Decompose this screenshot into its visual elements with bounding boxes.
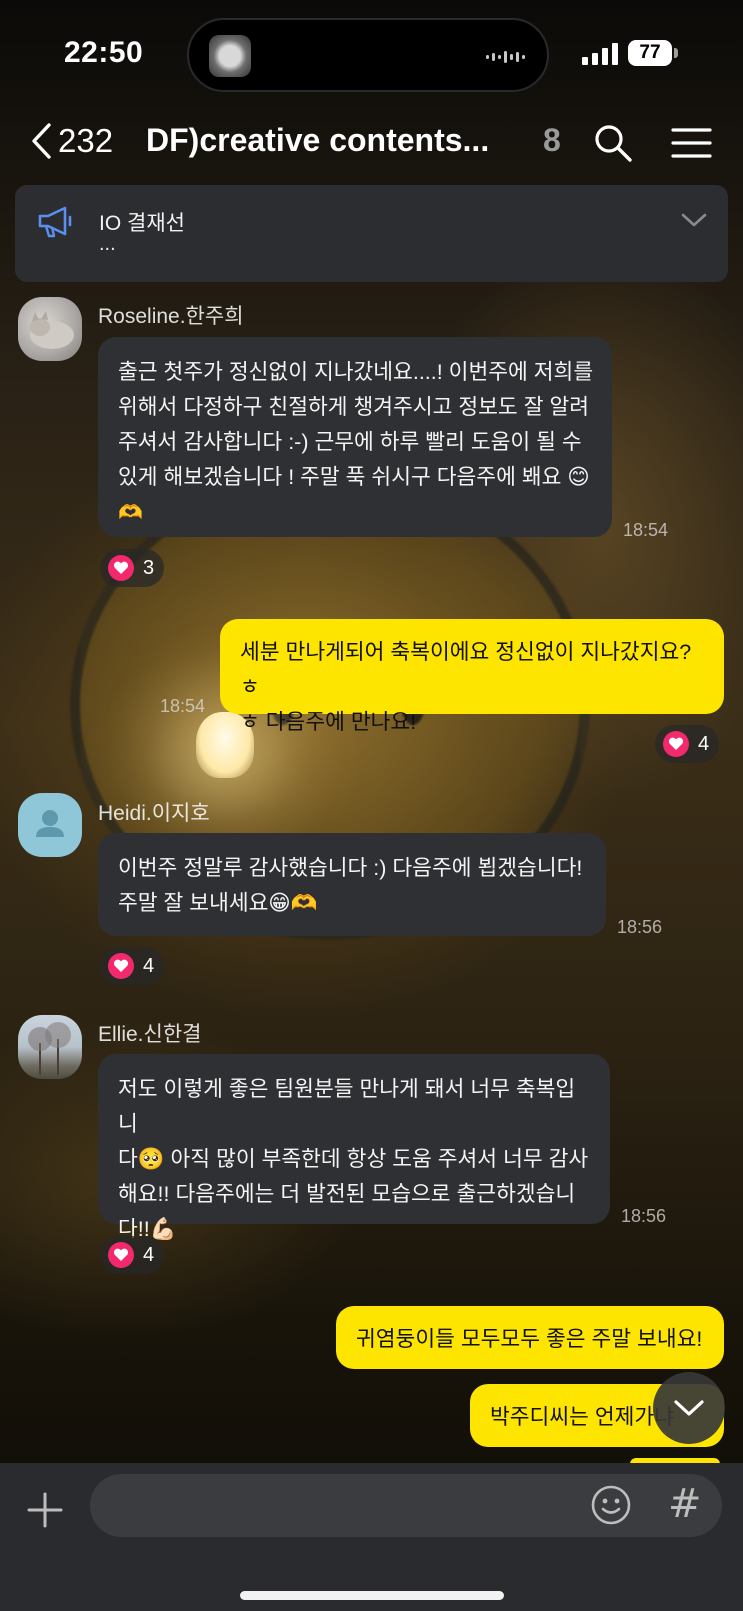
my-message-bubble[interactable]: 귀염둥이들 모두모두 좋은 주말 보내요! bbox=[336, 1306, 724, 1369]
notice-subtitle: ... bbox=[99, 233, 116, 255]
message-line: 있게 해보겠습니다 ! 주말 푹 쉬시구 다음주에 봬요 😊 bbox=[118, 465, 590, 489]
home-indicator bbox=[240, 1591, 504, 1600]
cellular-signal-icon bbox=[582, 43, 618, 65]
my-message-bubble[interactable]: 세분 만나게되어 축복이에요 정신없이 지나갔지요?ㅎ ㅎ 다음주에 만나요! bbox=[220, 619, 724, 734]
trees-photo bbox=[28, 1022, 71, 1075]
audio-waveform-icon bbox=[486, 48, 525, 66]
chevron-down-icon bbox=[674, 1400, 704, 1416]
hash-icon[interactable]: # bbox=[668, 1481, 702, 1527]
reaction-count: 4 bbox=[143, 1243, 155, 1266]
message-bubble[interactable]: 이번주 정말루 감사했습니다 :) 다음주에 뵙겠습니다! 주말 잘 보내세요😁… bbox=[98, 833, 606, 936]
battery-tip bbox=[674, 48, 678, 58]
status-bar: 22:50 77 bbox=[0, 0, 743, 108]
avatar[interactable] bbox=[18, 1015, 82, 1079]
message-time: 18:54 bbox=[623, 520, 669, 540]
message-time: 18:56 bbox=[621, 1206, 667, 1226]
unread-count: 232 bbox=[58, 122, 114, 159]
battery-icon: 77 bbox=[628, 40, 672, 66]
message-line: 주말 잘 보내세요😁🫶 bbox=[118, 891, 318, 915]
dynamic-island[interactable] bbox=[187, 18, 549, 92]
message-bubble[interactable]: 출근 첫주가 정신없이 지나갔네요....! 이번주에 저희를 위해서 다정하구… bbox=[98, 337, 612, 537]
now-playing-artwork bbox=[209, 35, 251, 77]
chat-header: 232 DF)creative contents... 8 bbox=[0, 108, 743, 178]
message-line: 세분 만나게되어 축복이에요 정신없이 지나갔지요?ㅎ bbox=[240, 640, 692, 699]
reaction-count: 4 bbox=[143, 954, 155, 977]
message-time: 18:54 bbox=[160, 696, 206, 716]
reaction-count: 3 bbox=[143, 556, 155, 579]
message-line: 이번주 정말루 감사했습니다 :) 다음주에 뵙겠습니다! bbox=[118, 856, 583, 880]
avatar[interactable] bbox=[18, 297, 82, 361]
plus-icon[interactable] bbox=[26, 1491, 64, 1529]
sender-name: Roseline.한주희 bbox=[98, 305, 244, 328]
message-line: ㅎ 다음주에 만나요! bbox=[240, 710, 417, 734]
megaphone-icon bbox=[38, 206, 72, 238]
scroll-to-bottom-button[interactable] bbox=[653, 1372, 725, 1444]
heart-icon bbox=[108, 953, 134, 979]
reaction-count: 4 bbox=[698, 732, 710, 755]
member-count: 8 bbox=[543, 122, 561, 158]
reaction-badge[interactable]: 4 bbox=[100, 1236, 165, 1274]
message-input-bar: # bbox=[0, 1463, 743, 1611]
chat-title[interactable]: DF)creative contents... bbox=[146, 122, 489, 159]
heart-icon bbox=[108, 555, 134, 581]
message-line: 주셔서 감사합니다 :-) 근무에 하루 빨리 도움이 될 수 bbox=[118, 430, 582, 454]
heart-icon bbox=[108, 1242, 134, 1268]
message-line: 🫶 bbox=[118, 500, 143, 524]
chevron-left-icon bbox=[32, 123, 51, 159]
message-line: 귀염둥이들 모두모두 좋은 주말 보내요! bbox=[356, 1327, 703, 1351]
message-line: 다!!💪🏻 bbox=[118, 1217, 177, 1241]
pinned-notice[interactable]: IO 결재선 ... bbox=[15, 185, 728, 282]
message-bubble[interactable]: 저도 이렇게 좋은 팀원분들 만나게 돼서 너무 축복입니 다🥺 아직 많이 부… bbox=[98, 1054, 610, 1241]
message-line: 저도 이렇게 좋은 팀원분들 만나게 돼서 너무 축복입니 bbox=[118, 1077, 576, 1136]
sender-name: Heidi.이지호 bbox=[98, 802, 210, 825]
avatar[interactable] bbox=[18, 793, 82, 857]
reaction-badge[interactable]: 4 bbox=[100, 947, 165, 985]
message-line: 다🥺 아직 많이 부족한데 항상 도움 주셔서 너무 감사 bbox=[118, 1147, 589, 1171]
message-line: 위해서 다정하구 친절하게 챙겨주시고 정보도 잘 알려 bbox=[118, 395, 590, 419]
cat-photo bbox=[30, 311, 74, 349]
back-button[interactable]: 232 bbox=[30, 116, 113, 166]
sender-name: Ellie.신한결 bbox=[98, 1023, 202, 1046]
chevron-down-icon[interactable] bbox=[680, 211, 708, 229]
heart-icon bbox=[663, 731, 689, 757]
default-profile-icon bbox=[36, 810, 64, 837]
smiley-icon[interactable] bbox=[590, 1484, 632, 1526]
reaction-badge[interactable]: 4 bbox=[655, 725, 720, 763]
message-line: 해요!! 다음주에는 더 발전된 모습으로 출근하겠습니 bbox=[118, 1182, 576, 1206]
status-time: 22:50 bbox=[64, 36, 144, 69]
message-time: 18:56 bbox=[617, 917, 663, 937]
message-line: 출근 첫주가 정신없이 지나갔네요....! 이번주에 저희를 bbox=[118, 360, 594, 384]
reaction-badge[interactable]: 3 bbox=[100, 549, 165, 587]
search-icon[interactable] bbox=[590, 120, 636, 166]
menu-icon[interactable] bbox=[668, 120, 714, 166]
